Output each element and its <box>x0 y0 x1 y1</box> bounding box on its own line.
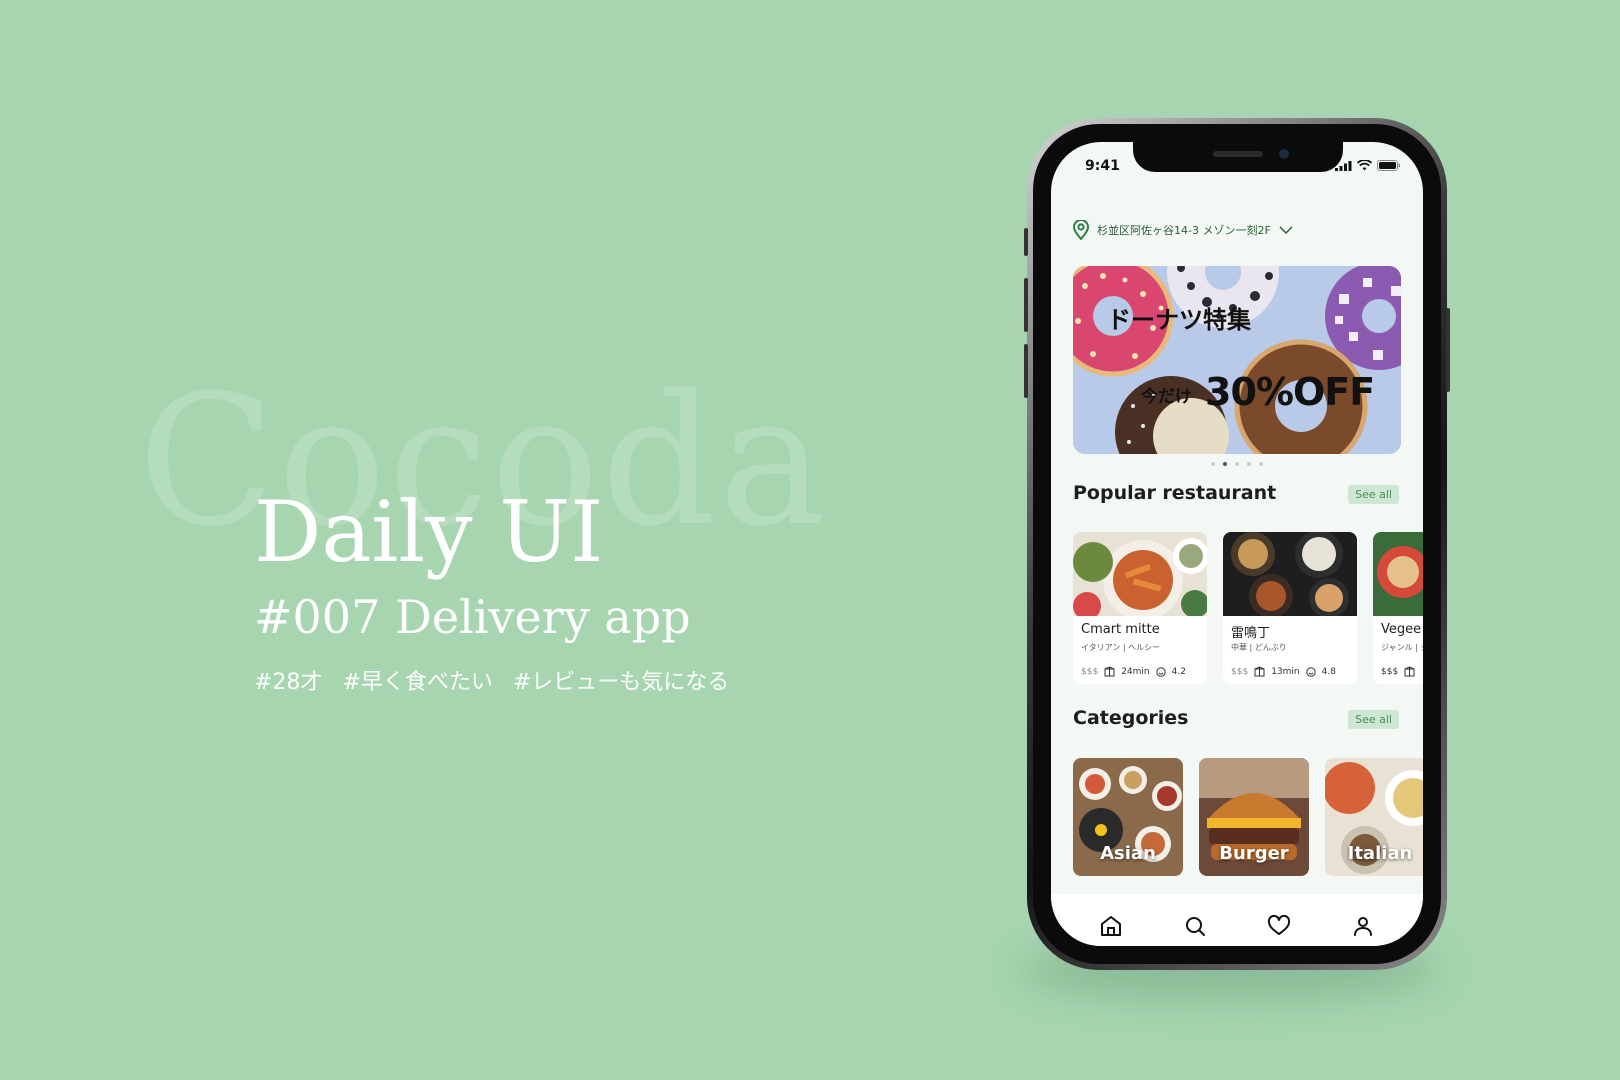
app-screen: 9:41 杉並区阿佐ヶ谷14-3 メゾン一刻2F ドーナツ特集 今だけ 30%O… <box>1051 142 1423 946</box>
popular-section-title: Popular restaurant <box>1073 482 1277 504</box>
restaurant-photo <box>1223 532 1357 618</box>
category-label: Burger <box>1219 843 1289 864</box>
restaurant-name: Cmart mitte <box>1081 622 1160 637</box>
pagination-dot[interactable] <box>1259 462 1263 466</box>
battery-icon <box>1377 160 1400 171</box>
restaurant-name: 雷鳴丁 <box>1231 626 1271 641</box>
location-selector[interactable]: 杉並区阿佐ヶ谷14-3 メゾン一刻2F <box>1073 220 1293 240</box>
smile-icon <box>1305 666 1316 677</box>
category-tile-burger[interactable]: Burger <box>1199 758 1309 876</box>
categories-see-all-button[interactable]: See all <box>1348 710 1399 729</box>
rating: 4.2 <box>1171 666 1186 677</box>
category-tile-asian[interactable]: Asian <box>1073 758 1183 876</box>
banner-sub: 今だけ <box>1141 387 1192 407</box>
rating: 4.8 <box>1321 666 1336 677</box>
promo-banner[interactable]: ドーナツ特集 今だけ 30%OFF <box>1073 266 1401 454</box>
location-pin-icon <box>1073 220 1089 240</box>
mute-switch <box>1024 228 1028 256</box>
restaurant-name: Vegee <box>1381 622 1422 637</box>
smile-icon <box>1155 666 1166 677</box>
category-label: Italian <box>1347 843 1413 864</box>
promo-tag: #28才 <box>254 670 323 695</box>
category-label: Asian <box>1100 843 1156 864</box>
restaurant-card[interactable]: Cmart mitte イタリアン | ヘルシー $$$ 24min 4.2 <box>1073 532 1207 684</box>
popular-see-all-button[interactable]: See all <box>1348 485 1399 504</box>
notch <box>1133 142 1343 172</box>
chevron-down-icon <box>1279 225 1293 234</box>
restaurant-genre: 中華 | どんぶり <box>1231 643 1287 652</box>
heart-icon[interactable] <box>1267 914 1291 938</box>
restaurant-card[interactable]: Vegee ジャンル | ジ $$$ <box>1373 532 1423 684</box>
pagination-dot[interactable] <box>1235 462 1239 466</box>
restaurant-genre: ジャンル | ジ <box>1381 643 1423 652</box>
delivery-time: 24min <box>1121 666 1150 677</box>
donut-banner-image <box>1073 266 1401 454</box>
search-icon[interactable] <box>1183 914 1207 938</box>
category-carousel[interactable]: Asian Burger Italian <box>1073 758 1423 876</box>
power-button <box>1446 308 1450 392</box>
banner-pagination[interactable] <box>1211 462 1263 466</box>
category-tile-italian[interactable]: Italian <box>1325 758 1423 876</box>
restaurant-genre: イタリアン | ヘルシー <box>1081 643 1161 652</box>
wifi-icon <box>1357 160 1372 171</box>
restaurant-meta: $$$ 24min 4.2 <box>1081 666 1186 677</box>
banner-offer: 30%OFF <box>1205 370 1375 414</box>
promo-tag: #レビューも気になる <box>512 670 730 695</box>
banner-title: ドーナツ特集 <box>1107 306 1251 334</box>
delivery-box-icon <box>1254 666 1265 677</box>
volume-down-button <box>1024 344 1028 398</box>
volume-up-button <box>1024 278 1028 332</box>
promo-subtitle: #007 Delivery app <box>254 590 691 644</box>
user-icon[interactable] <box>1351 914 1375 938</box>
promo-tags: #28才 #早く食べたい #レビューも気になる <box>254 664 729 696</box>
home-icon[interactable] <box>1099 914 1123 938</box>
delivery-box-icon <box>1104 666 1115 677</box>
phone-frame: 9:41 杉並区阿佐ヶ谷14-3 メゾン一刻2F ドーナツ特集 今だけ 30%O… <box>1024 118 1450 970</box>
restaurant-meta: $$$ <box>1381 666 1415 677</box>
restaurant-carousel[interactable]: Cmart mitte イタリアン | ヘルシー $$$ 24min 4.2 雷… <box>1073 532 1423 684</box>
pagination-dot-active[interactable] <box>1223 462 1227 466</box>
restaurant-card[interactable]: 雷鳴丁 中華 | どんぶり $$$ 13min 4.8 <box>1223 532 1357 684</box>
pagination-dot[interactable] <box>1211 462 1215 466</box>
categories-section-title: Categories <box>1073 707 1189 729</box>
delivery-address: 杉並区阿佐ヶ谷14-3 メゾン一刻2F <box>1097 224 1271 237</box>
restaurant-meta: $$$ 13min 4.8 <box>1231 666 1336 677</box>
bottom-navigation <box>1051 894 1423 946</box>
delivery-box-icon <box>1404 666 1415 677</box>
pagination-dot[interactable] <box>1247 462 1251 466</box>
promo-title: Daily UI <box>254 483 604 581</box>
promo-tag: #早く食べたい <box>342 670 493 695</box>
delivery-time: 13min <box>1271 666 1300 677</box>
price-level: $$$ <box>1231 666 1249 677</box>
restaurant-photo <box>1073 532 1207 620</box>
price-level: $$$ <box>1081 666 1099 677</box>
price-level: $$$ <box>1381 666 1399 677</box>
restaurant-photo <box>1373 532 1423 616</box>
status-time: 9:41 <box>1085 158 1120 174</box>
